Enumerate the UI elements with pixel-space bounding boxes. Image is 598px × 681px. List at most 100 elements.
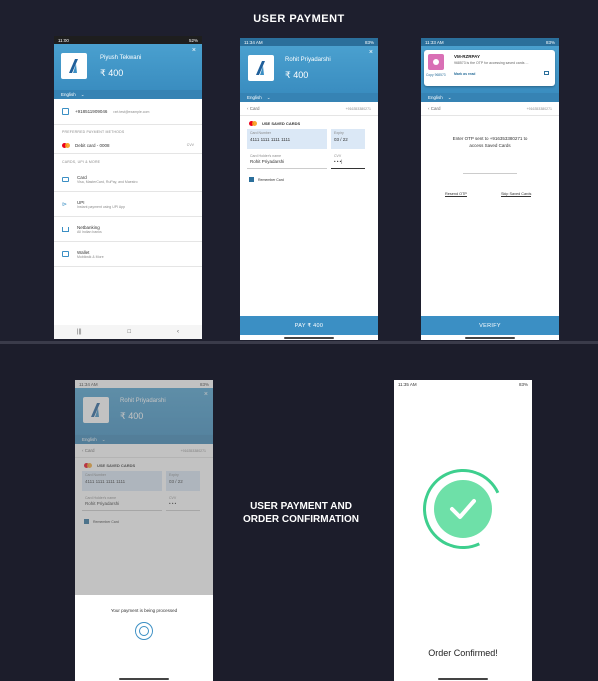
status-time: 11:35 AM: [398, 381, 417, 387]
recents-button[interactable]: |||: [77, 329, 82, 335]
processing-text: Your payment is being processed: [110, 608, 178, 613]
phone-confirmed: 11:35 AM 83% Order Confirmed!: [394, 380, 532, 681]
expiry-label: Expiry: [334, 131, 344, 135]
order-confirmed-text: Order Confirmed!: [428, 648, 498, 658]
method-title: Netbanking: [77, 224, 100, 230]
cvv-value: • • •|: [334, 159, 343, 164]
phone-otp: 11:33 AM 83% VM-RZRPAY 968573 is the OTP…: [421, 38, 559, 340]
reply-icon[interactable]: [544, 71, 549, 75]
debit-card-row[interactable]: Debit card - 0008 CVV: [54, 137, 202, 154]
merchant-logo: [61, 53, 87, 79]
status-bar: 11:00 52%: [54, 36, 202, 44]
close-button[interactable]: ×: [369, 49, 373, 56]
saved-cards-label: USE SAVED CARDS: [262, 121, 301, 126]
debit-card-label: Debit card - 0008: [75, 142, 110, 148]
status-right: 83%: [545, 39, 555, 45]
method-upi[interactable]: ⊳ UPI Instant payment using UPI App: [54, 192, 202, 217]
copy-otp-button[interactable]: Copy 968573: [426, 73, 446, 77]
method-card[interactable]: Card Visa, MasterCard, RuPay, and Maestro: [54, 167, 202, 192]
customer-name: Rohit Priyadarshi: [285, 57, 331, 63]
resend-otp-button[interactable]: Resend OTP: [445, 192, 467, 197]
language-label: English: [247, 95, 262, 100]
method-sub: Instant payment using UPI App: [77, 204, 126, 209]
saved-cards-toggle[interactable]: USE SAVED CARDS: [240, 116, 378, 128]
checkmark-icon: [450, 499, 476, 519]
back-button[interactable]: ‹: [177, 329, 179, 335]
card-nav-row: ‹ Card +916353380271: [240, 102, 378, 116]
language-selector[interactable]: English ⌄: [240, 93, 378, 102]
remember-checkbox[interactable]: [249, 177, 254, 182]
cards-upi-label: CARDS, UPI & MORE: [62, 160, 101, 164]
method-sub: Mobikwik & More: [77, 254, 104, 259]
person-icon: [433, 59, 439, 65]
method-wallet[interactable]: Wallet Mobikwik & More: [54, 242, 202, 267]
language-selector[interactable]: English ⌄: [421, 93, 559, 102]
status-bar: 11:33 AM 83%: [421, 38, 559, 46]
side-title: USER PAYMENT AND ORDER CONFIRMATION: [243, 501, 359, 525]
home-button[interactable]: □: [128, 329, 132, 335]
contact-phone: +918511909046: [75, 109, 108, 114]
otp-prompt: Enter OTP sent to +916353380271 to acces…: [452, 136, 528, 148]
skip-saved-cards-button[interactable]: Skip Saved Cards: [501, 192, 532, 197]
cvv-label: CVV: [186, 143, 194, 147]
contact-phone[interactable]: +916353380271: [527, 107, 552, 111]
contact-row[interactable]: +918511909046 rzrt.test@example.com: [54, 99, 202, 125]
status-right: 83%: [518, 381, 528, 387]
chevron-down-icon: ⌄: [266, 94, 271, 100]
verify-button[interactable]: VERIFY: [421, 316, 559, 335]
loading-spinner: [135, 622, 153, 640]
method-sub: Visa, MasterCard, RuPay, and Maestro: [77, 179, 138, 184]
checkout-header: Rohit Priyadarshi ₹ 400 ×: [240, 46, 378, 93]
expiry-value: 03 / 22: [334, 137, 348, 142]
back-to-methods[interactable]: ‹ Card: [247, 106, 260, 111]
close-button[interactable]: ×: [192, 47, 196, 54]
contact-phone[interactable]: +916353380271: [346, 107, 371, 111]
mark-as-read-button[interactable]: Mark as read: [454, 72, 475, 76]
method-netbanking[interactable]: Netbanking All Indian banks: [54, 217, 202, 242]
remember-label: Remember Card: [258, 177, 284, 182]
notification-text: 968573 is the OTP for accessing saved ca…: [454, 61, 529, 65]
processing-sheet: Your payment is being processed: [75, 595, 213, 681]
home-indicator: [284, 337, 334, 339]
amount: ₹ 400: [100, 68, 124, 78]
method-sub: All Indian banks: [77, 229, 102, 234]
language-label: English: [61, 92, 76, 97]
bank-icon: [62, 226, 69, 232]
language-selector[interactable]: English ⌄: [54, 90, 202, 99]
back-to-methods[interactable]: ‹ Card: [428, 106, 441, 111]
chevron-down-icon: ⌄: [447, 94, 452, 100]
cvv-field[interactable]: CVV • • •|: [331, 152, 365, 169]
phone-processing: 11:34 AM 83% Rohit Priyadarshi ₹ 400 × E…: [75, 380, 213, 681]
checkout-header: Piyush Tekwani ₹ 400 ×: [54, 44, 202, 90]
holder-label: Card Holder's name: [250, 154, 282, 158]
processing-overlay: [75, 380, 213, 595]
card-number-label: Card Number: [250, 131, 272, 135]
card-number-field[interactable]: Card Number 4111 1111 1111 1111: [247, 129, 327, 149]
payment-methods-list: Card Visa, MasterCard, RuPay, and Maestro…: [54, 167, 202, 267]
android-nav-bar: ||| □ ‹: [54, 325, 202, 339]
status-bar: 11:34 AM 83%: [240, 38, 378, 46]
phone-payment-methods: 11:00 52% Piyush Tekwani ₹ 400 × English…: [54, 36, 202, 339]
customer-name: Piyush Tekwani: [100, 55, 142, 61]
wallet-icon: [62, 251, 69, 257]
remember-card-row[interactable]: Remember Card: [240, 171, 378, 188]
status-time: 11:33 AM: [425, 39, 444, 45]
holder-name-field[interactable]: Card Holder's name Rohit Priyadarshi: [247, 152, 327, 169]
status-bar: 11:35 AM 83%: [394, 380, 532, 388]
main-title: USER PAYMENT: [253, 13, 345, 25]
otp-input[interactable]: [463, 173, 517, 174]
card-number-value: 4111 1111 1111 1111: [250, 137, 291, 142]
upi-icon: ⊳: [62, 201, 68, 208]
chevron-down-icon: ⌄: [80, 91, 85, 97]
home-indicator: [465, 337, 515, 339]
mastercard-icon: [62, 142, 71, 148]
success-circle: [434, 480, 492, 538]
expiry-field[interactable]: Expiry 03 / 22: [331, 129, 365, 149]
notification-app-icon: [428, 54, 444, 70]
status-time: 11:34 AM: [244, 39, 263, 45]
language-label: English: [428, 95, 443, 100]
card-nav-row: ‹ Card +916353380271: [421, 102, 559, 116]
sms-notification[interactable]: VM-RZRPAY 968573 is the OTP for accessin…: [424, 50, 555, 86]
preferred-methods-label: PREFERRED PAYMENT METHODS: [62, 130, 125, 134]
pay-button[interactable]: PAY ₹ 400: [240, 316, 378, 335]
